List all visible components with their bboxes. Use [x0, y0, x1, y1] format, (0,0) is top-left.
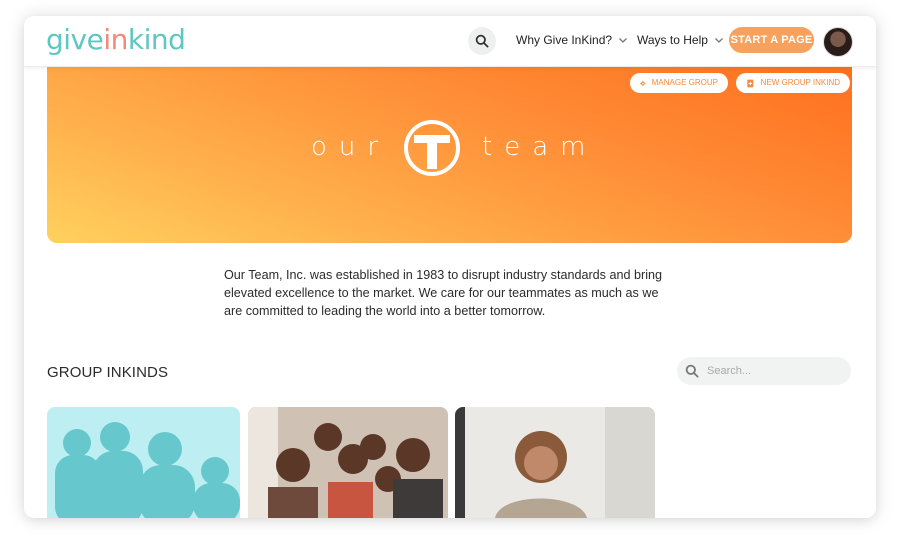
nav-why-label: Why Give InKind?	[516, 33, 613, 47]
group-inkind-card[interactable]	[47, 407, 240, 518]
group-description: Our Team, Inc. was established in 1983 t…	[224, 268, 662, 318]
search-icon	[475, 34, 489, 48]
manage-group-label: MANAGE GROUP	[651, 78, 718, 87]
search-input[interactable]	[705, 364, 839, 378]
logo-part-kind: kind	[127, 23, 186, 56]
group-hero-banner: MANAGE GROUP NEW GROUP INKIND our team	[47, 66, 852, 243]
hero-word-team: team	[482, 132, 598, 162]
group-inkind-card[interactable]	[455, 407, 655, 518]
new-group-inkind-label: NEW GROUP INKIND	[760, 78, 840, 87]
logo-part-in: in	[103, 23, 128, 56]
nav-ways-label: Ways to Help	[637, 33, 708, 47]
silhouette-image	[55, 422, 240, 518]
start-a-page-button[interactable]: START A PAGE	[729, 27, 814, 53]
nav-why-give-inkind[interactable]: Why Give InKind?	[516, 33, 628, 47]
family-photo	[248, 407, 448, 518]
our-team-logo	[404, 120, 460, 176]
chevron-down-icon	[619, 38, 628, 43]
group-inkind-card[interactable]	[248, 407, 448, 518]
group-search[interactable]	[677, 357, 851, 385]
nav-ways-to-help[interactable]: Ways to Help	[637, 33, 724, 47]
user-avatar[interactable]	[823, 27, 853, 57]
document-plus-icon	[747, 79, 754, 87]
top-nav: giveinkind Why Give InKind? Ways to Help…	[24, 16, 876, 67]
hero-word-our: our	[311, 132, 391, 162]
manage-group-button[interactable]: MANAGE GROUP	[630, 73, 728, 93]
woman-portrait-photo	[455, 407, 655, 518]
gear-icon	[640, 80, 646, 86]
new-group-inkind-button[interactable]: NEW GROUP INKIND	[736, 73, 850, 93]
search-icon	[685, 364, 699, 378]
search-button[interactable]	[468, 27, 496, 55]
section-title-group-inkinds: GROUP INKINDS	[47, 364, 169, 381]
logo-part-give: give	[46, 23, 104, 56]
app-window: giveinkind Why Give InKind? Ways to Help…	[24, 16, 876, 518]
chevron-down-icon	[714, 38, 723, 43]
giveinkind-logo[interactable]: giveinkind	[46, 23, 186, 56]
